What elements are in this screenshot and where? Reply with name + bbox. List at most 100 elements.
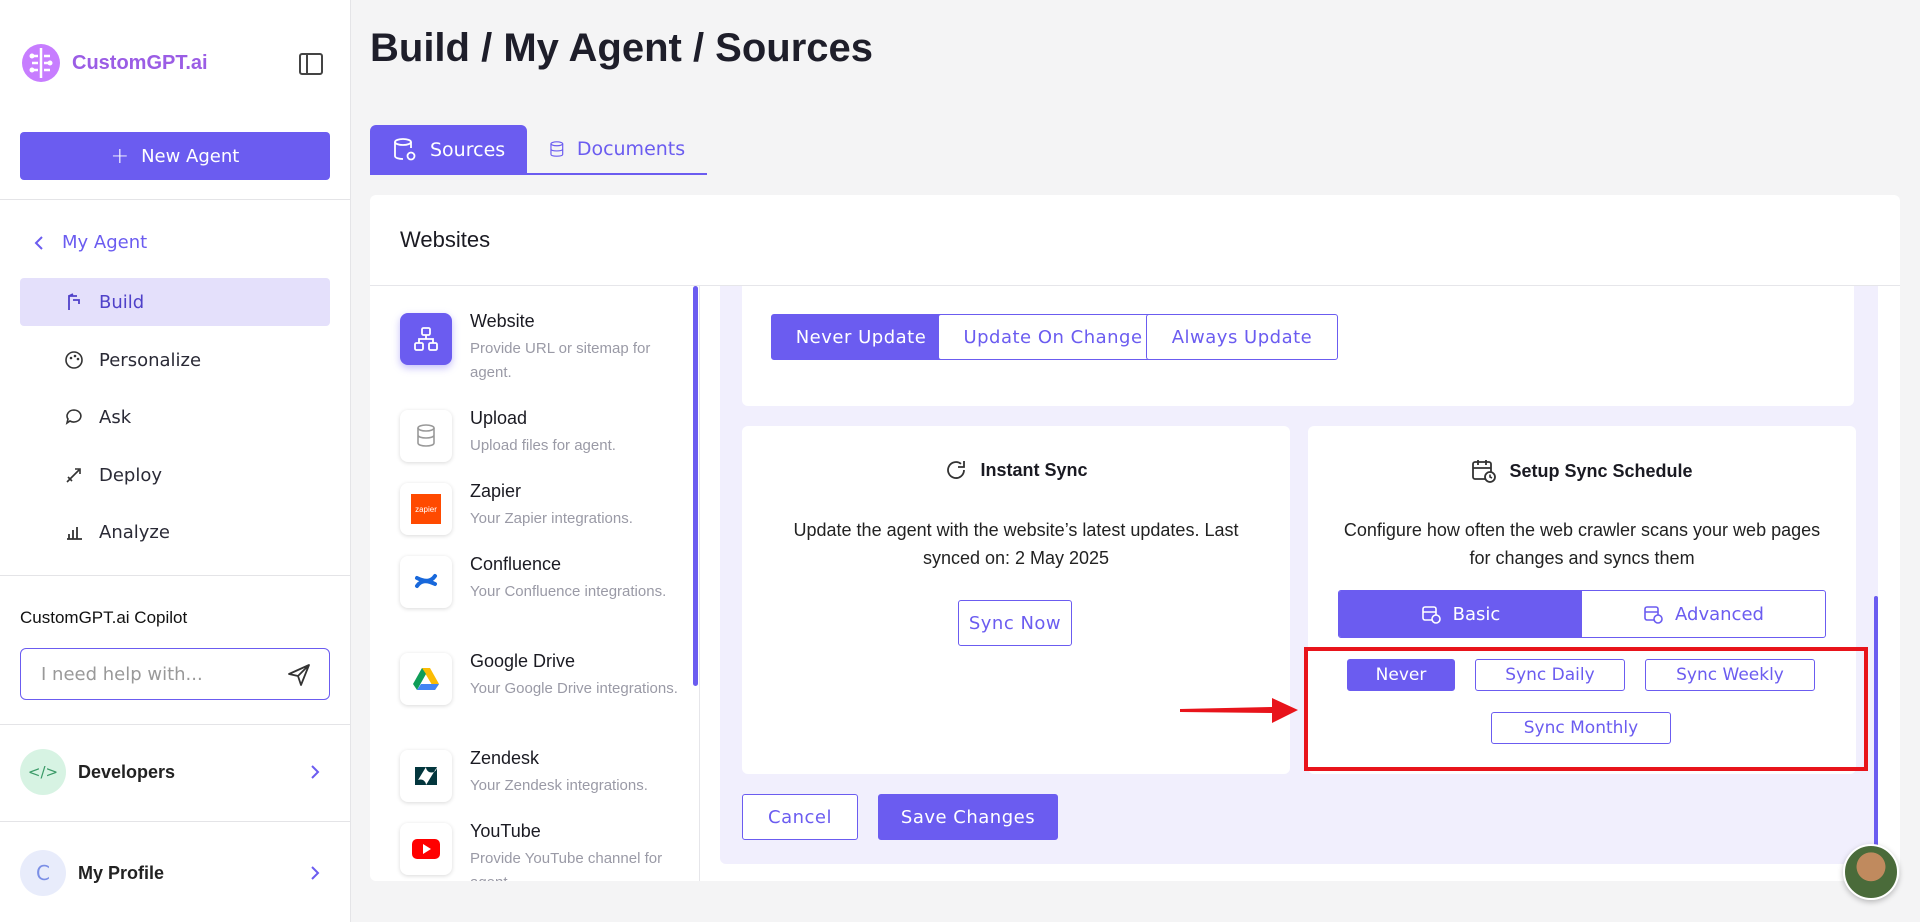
new-agent-label: New Agent [141,145,240,167]
google-drive-icon [400,653,452,705]
website-settings-panel: Never Update Update On Change Always Upd… [720,286,1878,866]
source-name: Confluence [470,554,562,574]
update-policy-card: Never Update Update On Change Always Upd… [742,286,1854,406]
source-desc: Your Confluence integrations. [470,583,667,600]
new-agent-button[interactable]: + New Agent [20,132,330,180]
source-name: Zapier [470,481,522,501]
schedule-mode-toggle: Basic Advanced [1338,590,1826,638]
instant-sync-header: Instant Sync [742,458,1290,482]
upload-database-icon [400,410,452,462]
source-name: Upload [470,408,528,428]
chevron-left-icon [34,235,43,250]
divider [0,821,351,822]
plus-icon: + [110,143,130,169]
instant-sync-title: Instant Sync [980,459,1088,480]
mode-label: Advanced [1675,603,1764,625]
instant-sync-desc: Update the agent with the website’s late… [793,520,1239,568]
source-desc: Your Zendesk integrations. [470,777,648,794]
sync-schedule-header: Setup Sync Schedule [1308,458,1856,484]
zendesk-icon [400,750,452,802]
update-on-change-button[interactable]: Update On Change [938,314,1168,360]
tab-label: Documents [576,138,686,160]
support-chat-avatar[interactable] [1843,844,1899,900]
source-list-scrollbar[interactable] [693,286,698,686]
rocket-icon [66,468,81,483]
websites-card: Websites Website Provide URL or sitemap … [370,195,1900,881]
sidebar-item-build[interactable]: Build [20,278,330,326]
send-icon[interactable] [287,663,311,687]
sidebar-item-deploy[interactable]: Deploy [20,451,330,499]
back-label: My Agent [62,232,148,253]
source-item-youtube[interactable]: YouTube Provide YouTube channel for agen… [400,821,680,881]
source-desc: Your Google Drive integrations. [470,680,678,697]
calendar-clock-icon [1472,460,1497,483]
developers-label: Developers [78,761,176,782]
database-icon [550,141,564,157]
annotation-arrow-icon [1180,698,1298,723]
zapier-icon: zapier [400,483,452,535]
bar-chart-icon [67,527,82,540]
mode-advanced[interactable]: Advanced [1582,591,1825,637]
source-item-google-drive[interactable]: Google Drive Your Google Drive integrati… [400,651,680,733]
developers-row[interactable]: </> Developers [20,748,330,796]
source-item-zendesk[interactable]: Zendesk Your Zendesk integrations. [400,748,680,830]
profile-row[interactable]: C My Profile [20,849,330,897]
copilot-placeholder: I need help with... [41,663,203,685]
source-name: Website [470,311,535,331]
chat-icon [65,409,82,425]
source-item-website[interactable]: Website Provide URL or sitemap for agent… [400,311,680,393]
source-desc: Provide URL or sitemap for agent. [470,340,651,381]
sidebar-item-label: Ask [99,406,132,428]
sync-now-button[interactable]: Sync Now [958,600,1072,646]
sidebar: CustomGPT.ai + New Agent My Agent Build … [0,0,351,922]
chevron-right-icon [311,765,320,779]
source-desc: Upload files for agent. [470,437,616,454]
database-settings-icon [394,138,416,161]
save-changes-button[interactable]: Save Changes [878,794,1058,840]
calendar-clock-icon [1644,606,1663,624]
source-name: Zendesk [470,748,540,768]
source-name: Google Drive [470,651,576,671]
sync-schedule-desc: Configure how often the web crawler scan… [1343,520,1821,568]
brain-logo-icon [22,44,60,82]
never-update-button[interactable]: Never Update [771,314,951,360]
calendar-clock-icon [1421,606,1441,624]
tab-bar: Sources Documents [370,125,708,175]
source-item-upload[interactable]: Upload Upload files for agent. [400,408,680,490]
copilot-input[interactable]: I need help with... [20,648,330,700]
source-name: YouTube [470,821,541,841]
tab-label: Sources [430,139,506,161]
tab-documents[interactable]: Documents [527,125,708,175]
sidebar-item-label: Build [99,291,145,313]
always-update-button[interactable]: Always Update [1146,314,1338,360]
sitemap-icon [400,313,452,365]
tab-sources[interactable]: Sources [370,125,528,175]
brand-name: CustomGPT.ai [72,51,208,74]
build-icon [68,293,80,310]
divider [0,724,351,725]
sidebar-item-analyze[interactable]: Analyze [20,508,330,556]
palette-icon [65,351,83,369]
youtube-icon [400,823,452,875]
source-item-zapier[interactable]: zapier Zapier Your Zapier integrations. [400,481,680,563]
chevron-right-icon [311,866,320,880]
mode-label: Basic [1452,603,1501,625]
source-item-confluence[interactable]: Confluence Your Confluence integrations. [400,554,680,636]
brand[interactable]: CustomGPT.ai [20,42,208,84]
sidebar-item-personalize[interactable]: Personalize [20,336,330,384]
settings-scrollbar[interactable] [1874,596,1878,866]
sidebar-item-ask[interactable]: Ask [20,393,330,441]
copilot-title: CustomGPT.ai Copilot [20,608,188,627]
sync-schedule-title: Setup Sync Schedule [1509,460,1693,481]
source-desc: Provide YouTube channel for agent. [470,850,663,881]
avatar: C [20,850,66,896]
code-icon: </> [20,749,66,795]
sidebar-item-label: Personalize [99,349,202,371]
source-desc: Your Zapier integrations. [470,510,633,527]
sidebar-toggle-icon[interactable] [298,52,324,76]
refresh-icon [947,461,966,479]
back-to-my-agent[interactable]: My Agent [34,232,147,253]
cancel-button[interactable]: Cancel [742,794,858,840]
mode-basic[interactable]: Basic [1339,591,1582,637]
confluence-icon [400,556,452,608]
